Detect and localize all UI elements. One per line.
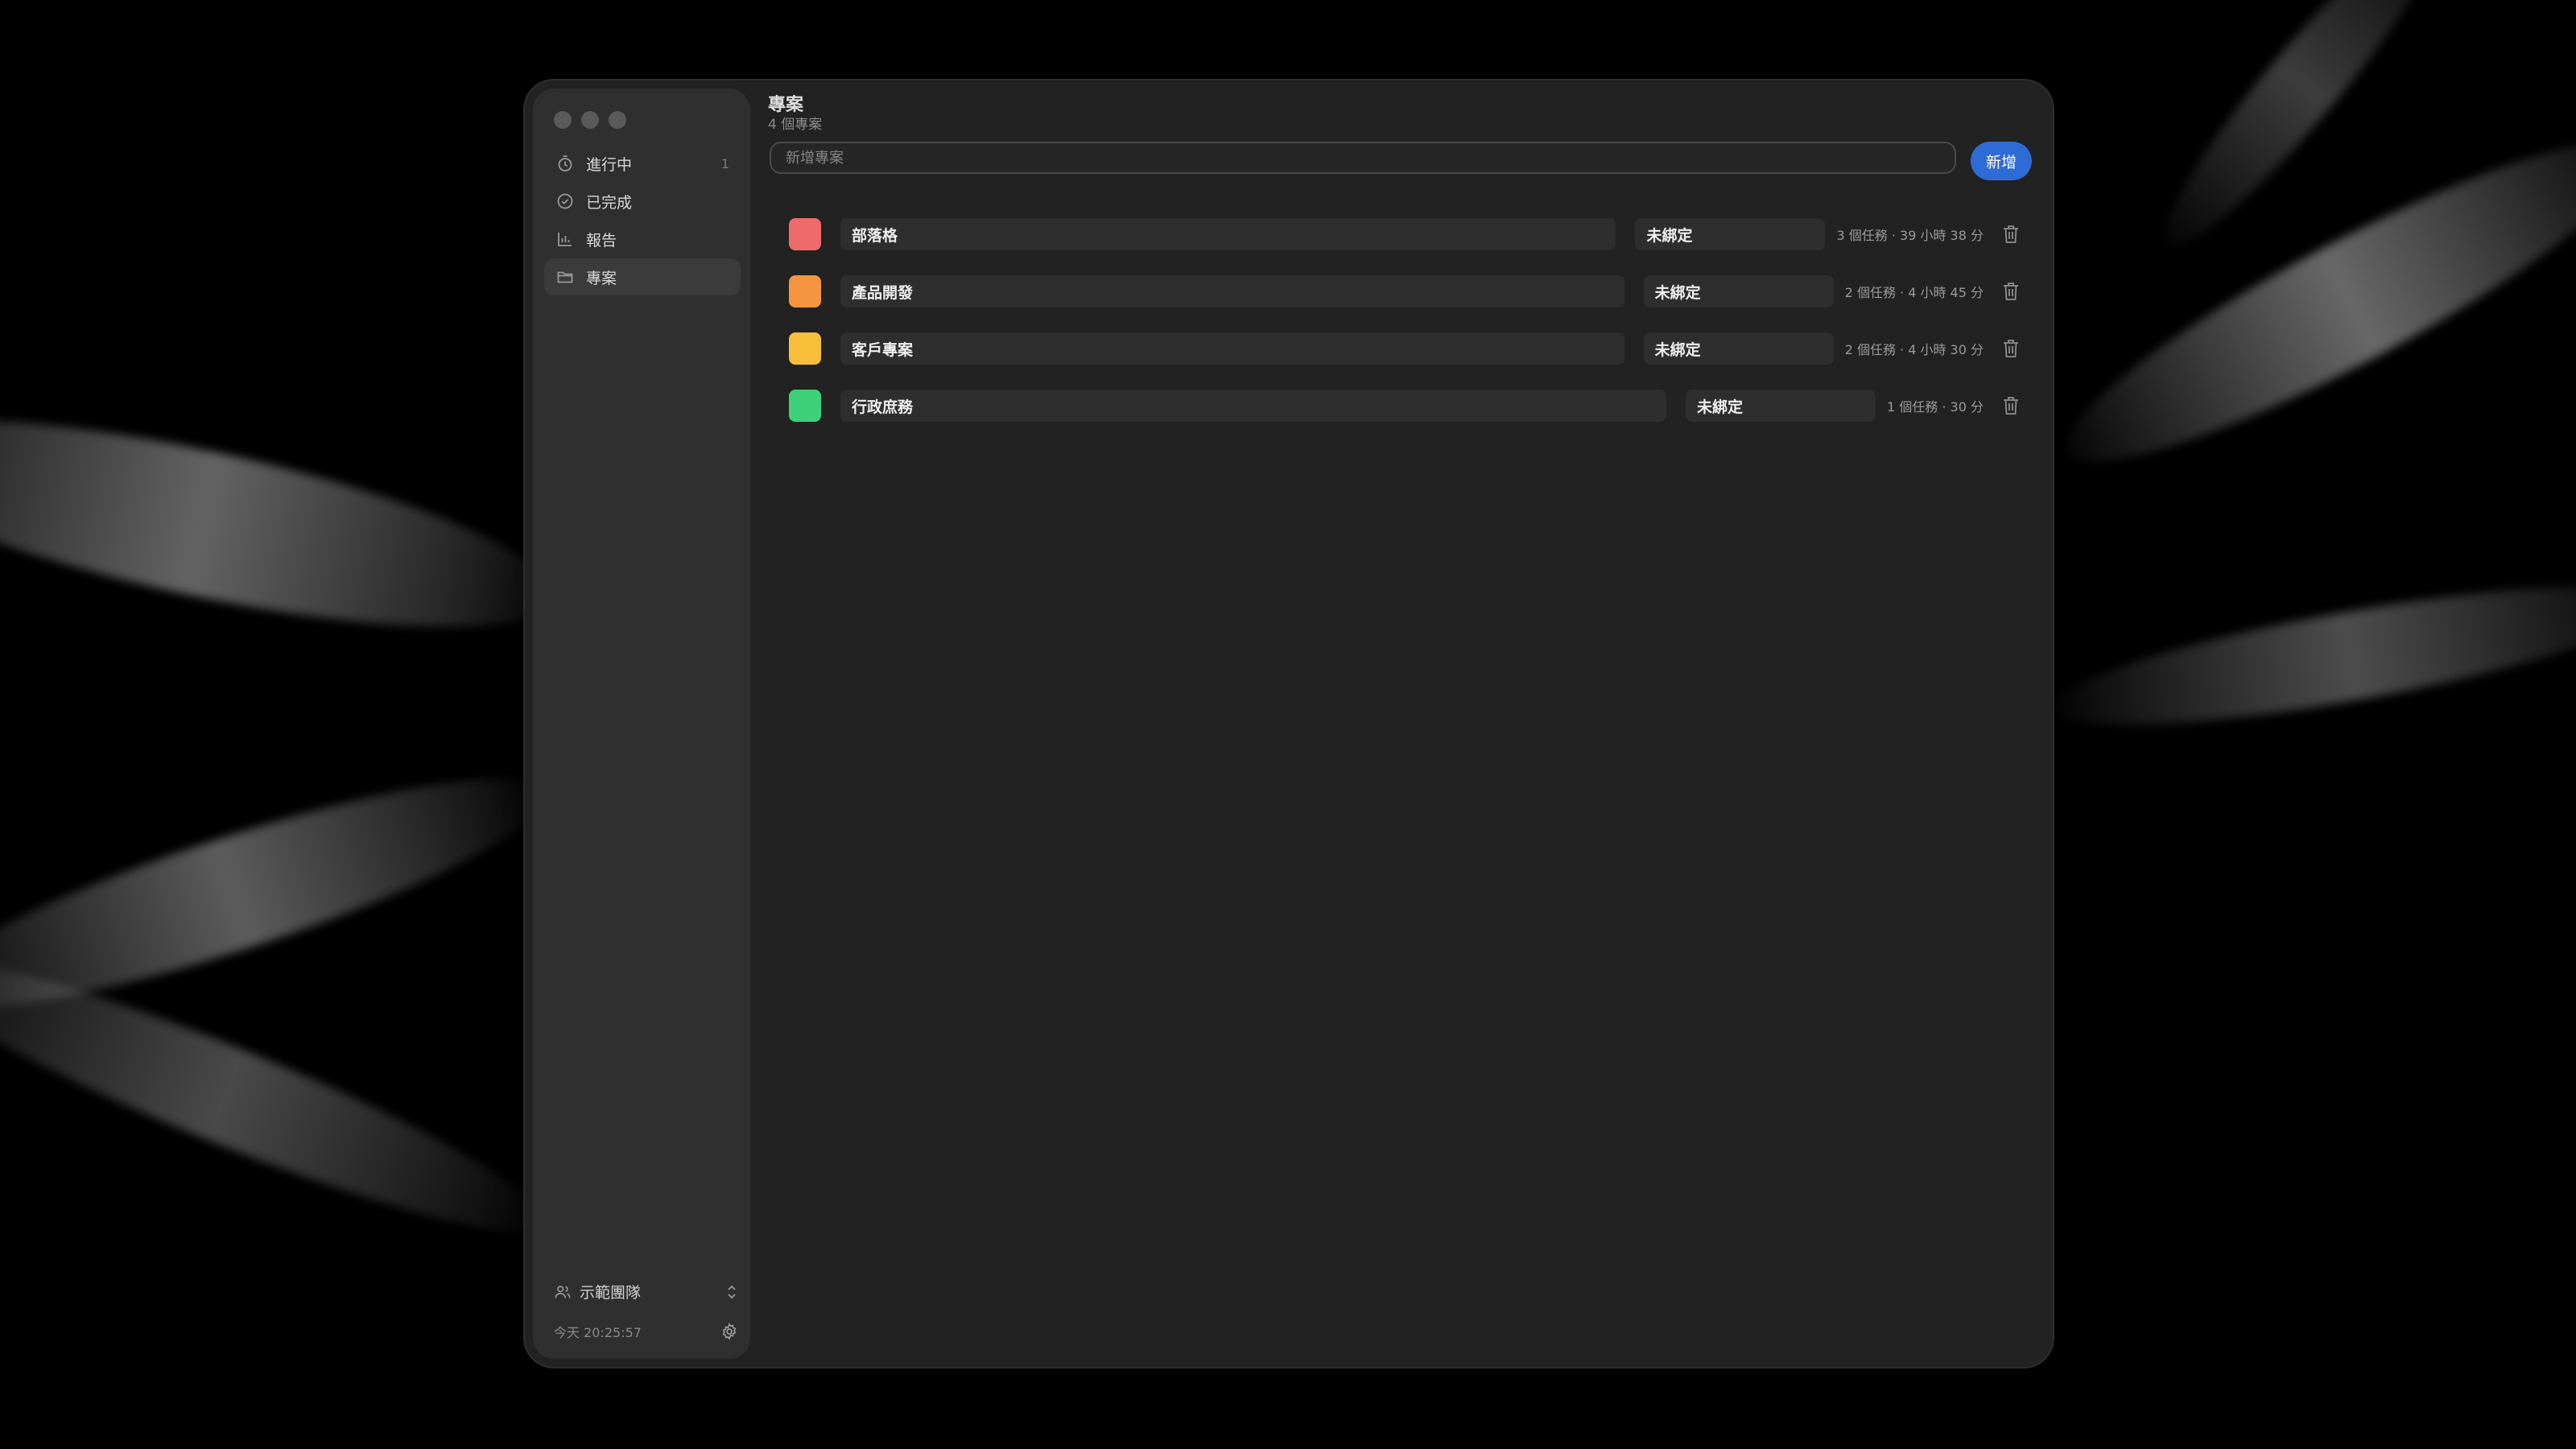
add-project-button[interactable]: 新增 (1971, 142, 2032, 180)
new-project-input[interactable] (770, 142, 1956, 174)
project-binding-field[interactable]: 未綁定 (1643, 332, 1834, 365)
sidebar-nav: 進行中 1 已完成 報告 專案 (544, 145, 741, 296)
team-name: 示範團隊 (580, 1284, 642, 1302)
project-name-field[interactable]: 行政庶務 (840, 390, 1667, 422)
count-badge: 1 (720, 155, 729, 171)
project-color-swatch[interactable] (789, 218, 821, 250)
chevron-up-down-icon (724, 1283, 739, 1301)
sidebar-item-label: 報告 (586, 231, 617, 250)
project-row: 產品開發 未綁定 2 個任務 · 4 小時 45 分 (789, 271, 2021, 312)
check-circle-icon (555, 192, 575, 211)
project-color-swatch[interactable] (789, 390, 821, 422)
project-count: 4 個專案 (768, 117, 823, 133)
project-row: 行政庶務 未綁定 1 個任務 · 30 分 (789, 386, 2021, 426)
gear-icon[interactable] (720, 1322, 739, 1341)
project-color-swatch[interactable] (789, 332, 821, 365)
trash-icon[interactable] (2001, 280, 2021, 303)
close-window-button[interactable] (554, 111, 572, 129)
trash-icon[interactable] (2001, 337, 2021, 360)
trash-icon[interactable] (2001, 394, 2021, 417)
sidebar-item-label: 已完成 (586, 193, 633, 212)
minimize-window-button[interactable] (581, 111, 599, 129)
project-binding-field[interactable]: 未綁定 (1643, 275, 1834, 308)
folder-icon (555, 267, 575, 287)
project-stats: 1 個任務 · 30 分 (1887, 399, 1984, 415)
sidebar-item-label: 專案 (586, 269, 617, 287)
project-name-field[interactable]: 客戶專案 (840, 332, 1624, 365)
people-icon (554, 1283, 572, 1301)
project-stats: 2 個任務 · 4 小時 45 分 (1844, 285, 1984, 300)
project-stats: 3 個任務 · 39 小時 38 分 (1836, 228, 1984, 243)
sidebar-item-projects[interactable]: 專案 (544, 258, 741, 295)
project-row: 客戶專案 未綁定 2 個任務 · 4 小時 30 分 (789, 328, 2021, 369)
project-binding-field[interactable]: 未綁定 (1635, 218, 1826, 250)
sidebar-item-reports[interactable]: 報告 (544, 221, 741, 258)
sidebar-item-completed[interactable]: 已完成 (544, 183, 741, 220)
project-name-field[interactable]: 產品開發 (840, 275, 1624, 308)
sidebar-item-label: 進行中 (586, 155, 633, 174)
project-list: 部落格 未綁定 3 個任務 · 39 小時 38 分 產品開發 未綁定 2 個任… (789, 214, 2021, 443)
project-color-swatch[interactable] (789, 275, 821, 308)
timer-icon (555, 154, 575, 173)
sidebar-item-in-progress[interactable]: 進行中 1 (544, 145, 741, 182)
project-stats: 2 個任務 · 4 小時 30 分 (1844, 342, 1984, 357)
zoom-window-button[interactable] (609, 111, 626, 129)
sidebar: 進行中 1 已完成 報告 專案 示範團隊 今天 20:25:57 (533, 89, 750, 1359)
main-content: 專案 4 個專案 新增 部落格 未綁定 3 個任務 · 39 小時 38 分 產… (768, 80, 2053, 1367)
team-switcher[interactable]: 示範團隊 (554, 1281, 739, 1302)
trash-icon[interactable] (2001, 223, 2021, 246)
window-controls (554, 111, 626, 129)
project-name-field[interactable]: 部落格 (840, 218, 1616, 250)
bar-chart-icon (555, 229, 575, 249)
project-row: 部落格 未綁定 3 個任務 · 39 小時 38 分 (789, 214, 2021, 254)
current-time: 今天 20:25:57 (554, 1325, 642, 1340)
app-window: 進行中 1 已完成 報告 專案 示範團隊 今天 20:25:57 專案 4 個專… (525, 80, 2053, 1367)
project-binding-field[interactable]: 未綁定 (1686, 390, 1876, 422)
sidebar-footer: 今天 20:25:57 (554, 1322, 739, 1341)
